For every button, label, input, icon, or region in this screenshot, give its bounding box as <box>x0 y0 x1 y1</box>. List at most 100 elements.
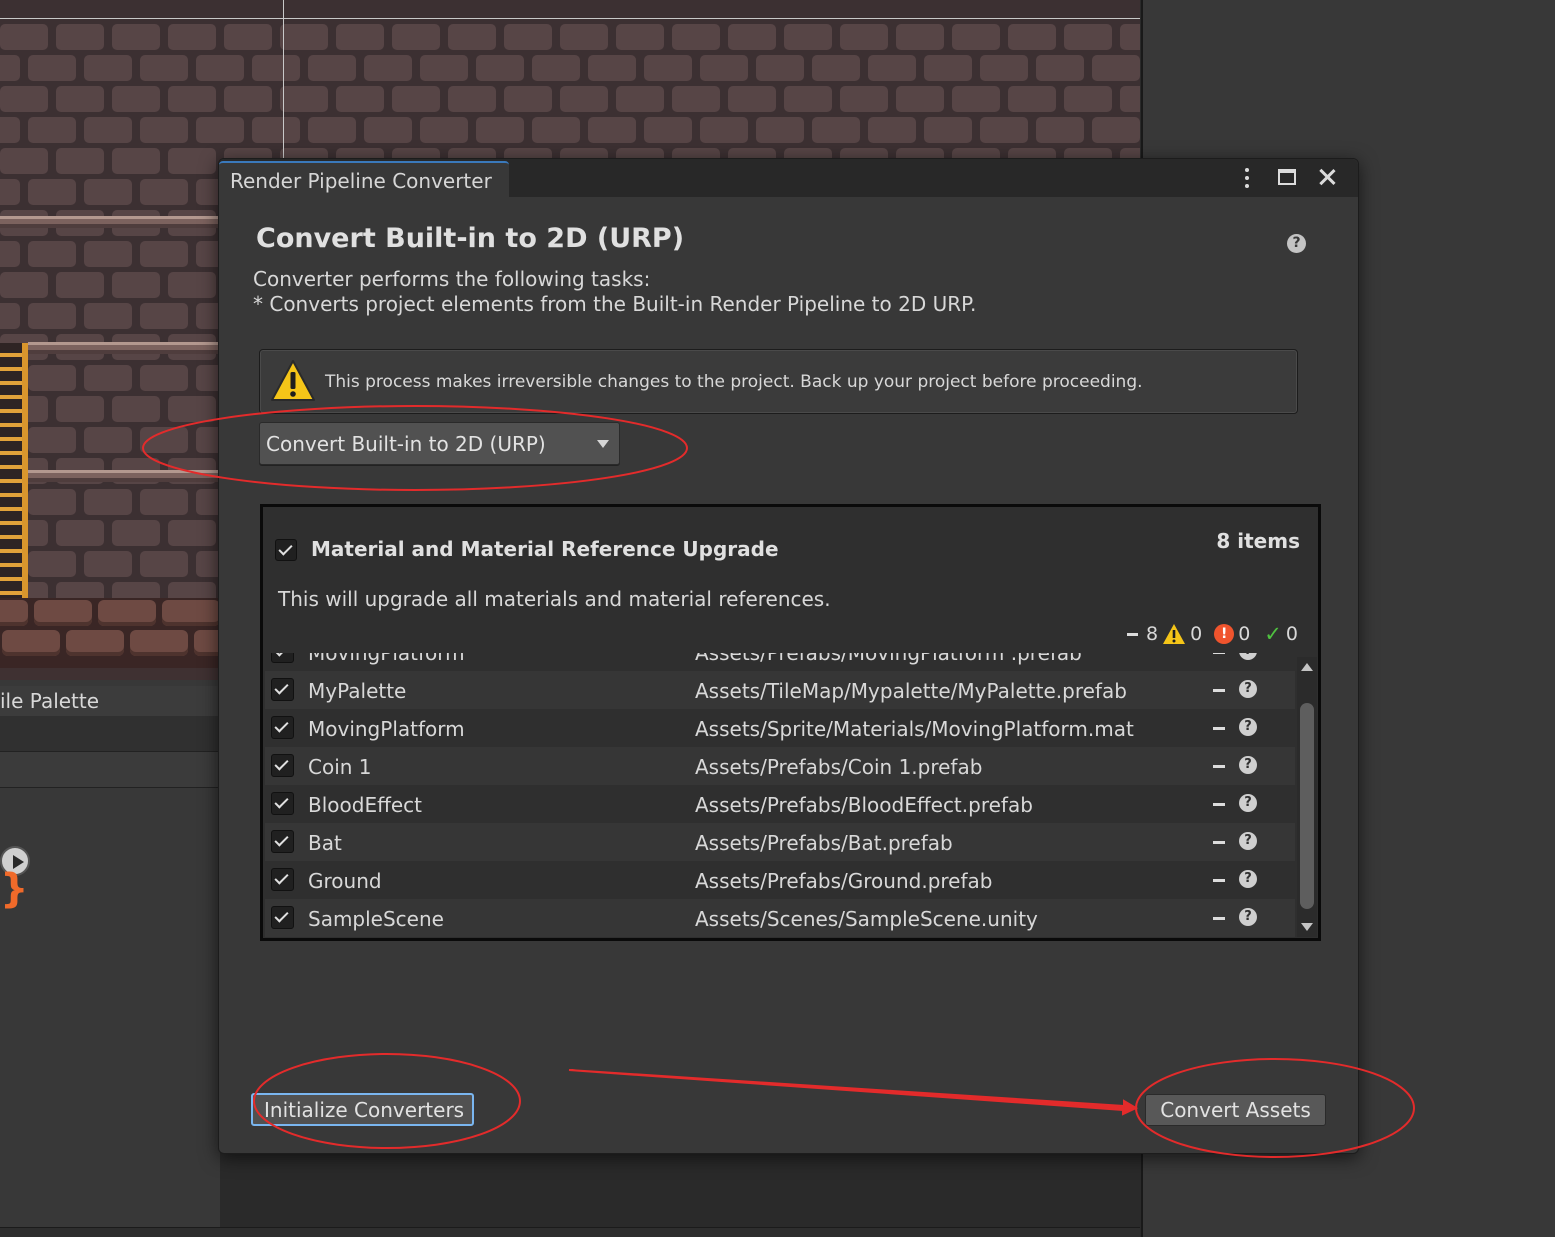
help-icon[interactable]: ? <box>1239 756 1257 774</box>
converter-name: Material and Material Reference Upgrade <box>311 537 779 561</box>
scrollbar[interactable] <box>1297 657 1317 937</box>
item-name: SampleScene <box>308 907 444 931</box>
item-path: Assets/Prefabs/MovingPlatform .prefab <box>695 653 1082 665</box>
pending-icon <box>1213 803 1225 806</box>
pending-icon <box>1213 917 1225 920</box>
brick-row <box>0 55 1140 81</box>
item-name: MovingPlatform <box>308 717 465 741</box>
pending-icon <box>1213 765 1225 768</box>
converter-description: Converter performs the following tasks: … <box>253 267 976 317</box>
item-path: Assets/Sprite/Materials/MovingPlatform.m… <box>695 717 1134 741</box>
ledge <box>0 216 220 228</box>
initialize-converters-button[interactable]: Initialize Converters <box>251 1093 474 1126</box>
pending-icon <box>1213 841 1225 844</box>
converter-item-description: This will upgrade all materials and mate… <box>278 587 831 611</box>
item-name: BloodEffect <box>308 793 423 817</box>
ladder-sprite <box>0 343 28 598</box>
item-path: Assets/Prefabs/BloodEffect.prefab <box>695 793 1033 817</box>
list-item[interactable]: MyPalette Assets/TileMap/Mypalette/MyPale… <box>265 671 1295 709</box>
checkbox-icon[interactable] <box>271 868 294 891</box>
checkbox-icon[interactable] <box>271 716 294 739</box>
item-name: Bat <box>308 831 342 855</box>
checkbox-icon[interactable] <box>271 754 294 777</box>
dropdown-caret-icon <box>597 440 609 448</box>
list-item[interactable]: Ground Assets/Prefabs/Ground.prefab? <box>265 861 1295 899</box>
error-icon: ! <box>1214 624 1235 644</box>
help-icon[interactable]: ? <box>1239 870 1257 888</box>
palette-toolbar <box>0 716 220 752</box>
window-title: Render Pipeline Converter <box>230 169 492 193</box>
checkbox-icon[interactable] <box>271 653 294 663</box>
item-name: MyPalette <box>308 679 407 703</box>
pending-icon <box>1213 653 1225 654</box>
list-item[interactable]: Coin 1 Assets/Prefabs/Coin 1.prefab? <box>265 747 1295 785</box>
help-icon[interactable]: ? <box>1239 718 1257 736</box>
status-summary: 8 0 ! 0 ✓ 0 <box>1127 622 1298 646</box>
script-brace-icon: } <box>0 866 29 912</box>
pending-icon <box>1127 632 1139 636</box>
converter-checkbox[interactable] <box>275 539 297 561</box>
list-item[interactable]: BloodEffect Assets/Prefabs/BloodEffect.pr… <box>265 785 1295 823</box>
checkbox-icon[interactable] <box>271 678 294 701</box>
dropdown-selected-value: Convert Built-in to 2D (URP) <box>266 432 546 456</box>
pending-icon <box>1213 727 1225 730</box>
description-line-2: * Converts project elements from the Bui… <box>253 292 977 316</box>
item-path: Assets/Prefabs/Bat.prefab <box>695 831 953 855</box>
palette-dropdown-bar[interactable] <box>0 752 220 788</box>
item-path: Assets/Scenes/SampleScene.unity <box>695 907 1038 931</box>
help-icon[interactable]: ? <box>1239 794 1257 812</box>
help-icon[interactable]: ? <box>1239 908 1257 926</box>
page-title: Convert Built-in to 2D (URP) <box>256 223 685 254</box>
window-titlebar: Render Pipeline Converter <box>219 159 1358 197</box>
tile-palette-tab[interactable]: ile Palette <box>0 686 220 716</box>
list-item[interactable]: Bat Assets/Prefabs/Bat.prefab? <box>265 823 1295 861</box>
help-icon[interactable]: ? <box>1239 832 1257 850</box>
warning-box: This process makes irreversible changes … <box>259 349 1298 414</box>
help-icon[interactable]: ? <box>1287 234 1306 253</box>
converter-panel: Material and Material Reference Upgrade … <box>260 504 1321 941</box>
status-bar <box>0 1227 1140 1237</box>
checkbox-icon[interactable] <box>271 792 294 815</box>
pending-icon <box>1213 879 1225 882</box>
scroll-up-icon[interactable] <box>1301 663 1313 671</box>
help-icon[interactable]: ? <box>1239 680 1257 698</box>
item-name: MovingPlatform <box>308 653 465 665</box>
brick-row <box>0 117 1140 143</box>
warning-icon <box>271 360 315 401</box>
maximize-icon[interactable] <box>1274 165 1300 191</box>
description-line-1: Converter performs the following tasks: <box>253 267 651 291</box>
ground-bricks <box>0 598 252 668</box>
ledge <box>28 342 220 354</box>
item-path: Assets/TileMap/Mypalette/MyPalette.prefa… <box>695 679 1127 703</box>
item-count: 8 items <box>1216 529 1300 553</box>
window-tab[interactable]: Render Pipeline Converter <box>219 161 509 197</box>
list-item[interactable]: MovingPlatform Assets/Prefabs/MovingPlat… <box>265 653 1295 671</box>
list-item[interactable]: MovingPlatform Assets/Sprite/Materials/Mo… <box>265 709 1295 747</box>
warning-text: This process makes irreversible changes … <box>325 372 1143 392</box>
close-icon[interactable] <box>1314 165 1340 191</box>
success-check-icon: ✓ <box>1264 622 1282 646</box>
list-item[interactable]: SampleScene Assets/Scenes/SampleScene.uni… <box>265 899 1295 937</box>
kebab-menu-icon[interactable] <box>1234 165 1260 191</box>
scroll-down-icon[interactable] <box>1301 923 1313 931</box>
grid-line <box>0 18 1140 19</box>
item-name: Coin 1 <box>308 755 372 779</box>
pending-count: 8 <box>1146 623 1159 645</box>
item-path: Assets/Prefabs/Ground.prefab <box>695 869 993 893</box>
item-name: Ground <box>308 869 382 893</box>
render-pipeline-converter-window: Render Pipeline Converter Convert Built-… <box>218 158 1359 1154</box>
ledge <box>28 470 220 482</box>
brick-row <box>0 86 1140 112</box>
pending-icon <box>1213 689 1225 692</box>
grid-line <box>283 0 284 160</box>
scroll-thumb[interactable] <box>1300 703 1314 909</box>
converter-item-list[interactable]: MovingPlatform Assets/Prefabs/MovingPlat… <box>265 653 1295 939</box>
help-icon[interactable]: ? <box>1239 653 1257 660</box>
success-count: 0 <box>1285 623 1298 645</box>
checkbox-icon[interactable] <box>271 906 294 929</box>
item-path: Assets/Prefabs/Coin 1.prefab <box>695 755 983 779</box>
checkbox-icon[interactable] <box>271 830 294 853</box>
converter-type-dropdown[interactable]: Convert Built-in to 2D (URP) <box>259 422 620 465</box>
warning-count: 0 <box>1190 623 1203 645</box>
convert-assets-button[interactable]: Convert Assets <box>1145 1094 1326 1126</box>
